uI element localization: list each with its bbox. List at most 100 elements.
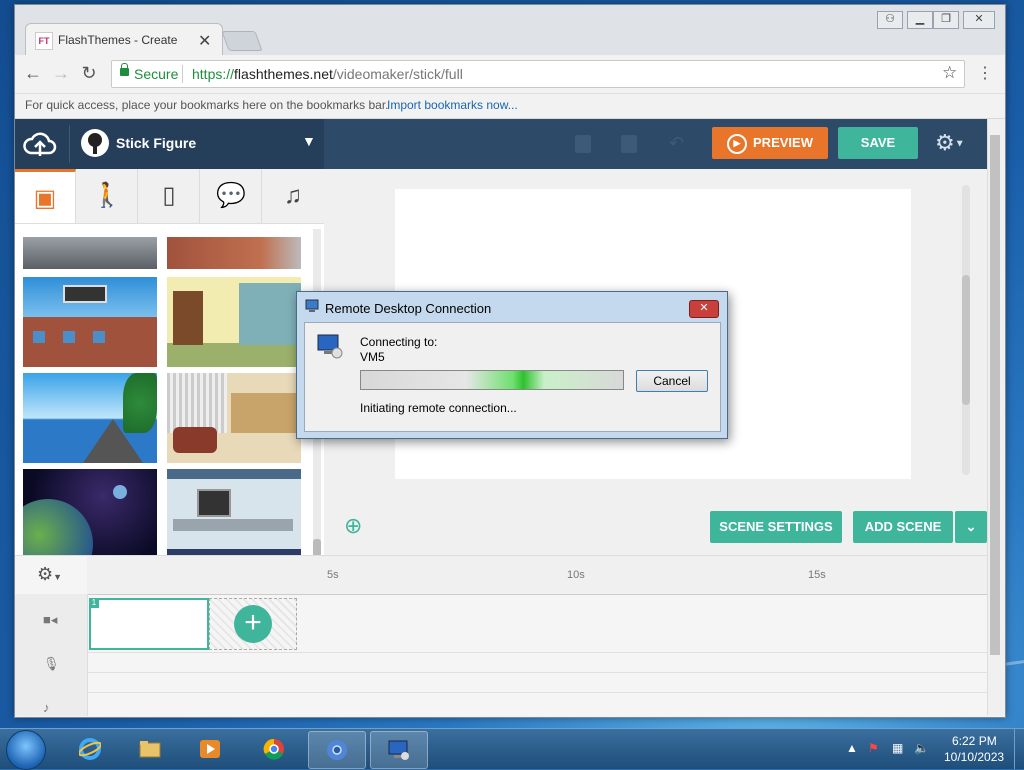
microphone-icon: 🎙 bbox=[43, 656, 60, 671]
clock-time[interactable]: 6:22 PM bbox=[952, 734, 997, 748]
tray-expand-icon[interactable]: ▲ bbox=[846, 741, 858, 755]
audio-tab-music-icon[interactable]: ♫ bbox=[263, 169, 323, 223]
stage-scrollbar-thumb[interactable] bbox=[962, 275, 970, 405]
cloud-upload-icon[interactable] bbox=[23, 129, 57, 159]
background-thumbnail-store[interactable] bbox=[167, 373, 301, 463]
zoom-in-icon[interactable]: ⊕ bbox=[344, 513, 362, 539]
scene-settings-button[interactable]: SCENE SETTINGS bbox=[710, 511, 842, 543]
dialog-title: Remote Desktop Connection bbox=[325, 301, 492, 316]
browser-menu-icon[interactable]: ⋮ bbox=[977, 63, 993, 83]
paste-icon[interactable] bbox=[621, 135, 637, 153]
stick-figure-theme-icon bbox=[81, 129, 109, 157]
action-center-icon[interactable]: ⚑ bbox=[868, 741, 879, 755]
url-domain: flashthemes.net bbox=[234, 66, 333, 82]
media-player-icon bbox=[200, 740, 220, 758]
remote-computer-icon bbox=[317, 334, 343, 359]
props-tab-phone-icon[interactable]: ▯ bbox=[139, 169, 200, 223]
chromium-icon bbox=[327, 740, 347, 760]
add-scene-button[interactable]: ADD SCENE bbox=[853, 511, 953, 543]
tick-label: 10s bbox=[567, 569, 585, 581]
taskbar-remote-desktop[interactable] bbox=[370, 731, 428, 769]
timeline-settings-gear-icon[interactable]: ⚙▼ bbox=[37, 564, 62, 585]
restore-button[interactable]: ❐ bbox=[933, 11, 959, 29]
taskbar-chromium[interactable] bbox=[308, 731, 366, 769]
undo-icon[interactable]: ↶ bbox=[669, 133, 684, 154]
folder-icon bbox=[139, 741, 161, 758]
settings-gear-icon[interactable]: ⚙▼ bbox=[935, 130, 965, 156]
background-thumbnail[interactable] bbox=[167, 237, 301, 269]
taskbar-chrome[interactable] bbox=[246, 731, 302, 767]
track-divider bbox=[87, 692, 987, 693]
background-thumbnail[interactable] bbox=[23, 237, 157, 269]
show-desktop-button[interactable] bbox=[1014, 729, 1024, 769]
save-button[interactable]: SAVE bbox=[838, 127, 918, 159]
start-button-windows-icon[interactable] bbox=[6, 730, 46, 770]
backgrounds-tab-image-icon[interactable]: ▣ bbox=[15, 169, 76, 223]
taskbar-file-explorer[interactable] bbox=[122, 731, 178, 767]
preview-label: PREVIEW bbox=[753, 135, 813, 150]
characters-tab-person-icon[interactable]: 🚶 bbox=[77, 169, 138, 223]
tab-strip: FT FlashThemes - Create ✕ ⚇ ▁ ❐ ✕ bbox=[15, 5, 1005, 56]
connection-target: VM5 bbox=[360, 350, 385, 364]
tick-label: 15s bbox=[808, 569, 826, 581]
close-window-button[interactable]: ✕ bbox=[963, 11, 995, 29]
connection-status: Initiating remote connection... bbox=[360, 401, 517, 415]
theme-name[interactable]: Stick Figure bbox=[116, 135, 196, 151]
profile-icon[interactable]: ⚇ bbox=[877, 11, 903, 29]
preview-button[interactable]: ▶ PREVIEW bbox=[712, 127, 828, 159]
dialog-body: Connecting to: VM5 Cancel Initiating rem… bbox=[304, 322, 721, 432]
browser-tab[interactable]: FT FlashThemes - Create ✕ bbox=[25, 23, 223, 56]
import-bookmarks-link[interactable]: Import bookmarks now... bbox=[387, 98, 518, 112]
time-ruler[interactable]: 5s 10s 15s bbox=[87, 556, 987, 595]
taskbar-internet-explorer[interactable] bbox=[62, 731, 118, 767]
back-arrow-icon[interactable]: ← bbox=[21, 63, 45, 84]
volume-muted-icon[interactable]: 🔈 bbox=[914, 741, 929, 755]
tick-label: 5s bbox=[327, 569, 339, 581]
new-tab-button[interactable] bbox=[221, 31, 263, 51]
lock-icon bbox=[120, 63, 129, 76]
url-scheme: https:// bbox=[192, 66, 235, 82]
video-camera-icon: ■◂ bbox=[43, 612, 58, 627]
background-thumbnail-city[interactable] bbox=[23, 277, 157, 367]
add-scene-dropdown-chevron-icon[interactable]: ⌄ bbox=[955, 511, 987, 543]
copy-icon[interactable] bbox=[575, 135, 591, 153]
chevron-down-icon[interactable]: ▼ bbox=[302, 133, 316, 149]
background-thumbnail-space[interactable] bbox=[23, 469, 157, 559]
theme-selector-bar: Stick Figure ▼ bbox=[15, 119, 324, 169]
asset-category-tabs: ▣ 🚶 ▯ 💬 ♫ bbox=[15, 169, 324, 224]
forward-arrow-icon[interactable]: → bbox=[49, 63, 73, 84]
minimize-button[interactable]: ▁ bbox=[907, 11, 933, 29]
background-thumbnail-hallway[interactable] bbox=[167, 277, 301, 367]
tab-close-icon[interactable]: ✕ bbox=[198, 31, 211, 51]
network-icon[interactable]: ▦ bbox=[892, 741, 903, 755]
cancel-button[interactable]: Cancel bbox=[636, 370, 708, 392]
connection-progress-bar bbox=[360, 370, 624, 390]
background-thumbnail-office[interactable] bbox=[167, 469, 301, 559]
chrome-icon bbox=[263, 738, 284, 760]
bookmarks-bar: For quick access, place your bookmarks h… bbox=[15, 94, 1005, 119]
clock-date[interactable]: 10/10/2023 bbox=[944, 750, 1004, 764]
address-bar[interactable]: Secure https://flashthemes.net/videomake… bbox=[111, 60, 965, 88]
divider bbox=[69, 125, 70, 163]
connecting-label: Connecting to: bbox=[360, 335, 438, 349]
track-divider bbox=[87, 672, 987, 673]
bookmark-star-icon[interactable]: ☆ bbox=[942, 63, 957, 83]
remote-desktop-icon bbox=[305, 299, 319, 312]
bookmarks-hint: For quick access, place your bookmarks h… bbox=[25, 98, 389, 112]
scene-1-clip[interactable]: 1 bbox=[89, 598, 209, 650]
text-tab-speech-bubble-icon[interactable]: 💬 bbox=[201, 169, 262, 223]
background-thumbnail-road[interactable] bbox=[23, 373, 157, 463]
tab-title: FlashThemes - Create bbox=[58, 33, 178, 47]
page-scrollbar-thumb[interactable] bbox=[990, 135, 1000, 655]
url-text: https://flashthemes.net/videomaker/stick… bbox=[192, 66, 463, 82]
add-scene-slot[interactable]: + bbox=[209, 598, 297, 650]
play-icon: ▶ bbox=[727, 133, 748, 154]
track-divider bbox=[87, 652, 987, 653]
taskbar-media-player[interactable] bbox=[182, 731, 238, 767]
scene-number: 1 bbox=[89, 598, 99, 608]
dialog-close-button[interactable]: ✕ bbox=[689, 300, 719, 318]
reload-icon[interactable]: ↻ bbox=[77, 63, 101, 84]
asset-panel: ▣ 🚶 ▯ 💬 ♫ bbox=[15, 169, 324, 559]
browser-toolbar: ← → ↻ Secure https://flashthemes.net/vid… bbox=[15, 55, 1005, 94]
plus-icon: + bbox=[234, 605, 272, 643]
